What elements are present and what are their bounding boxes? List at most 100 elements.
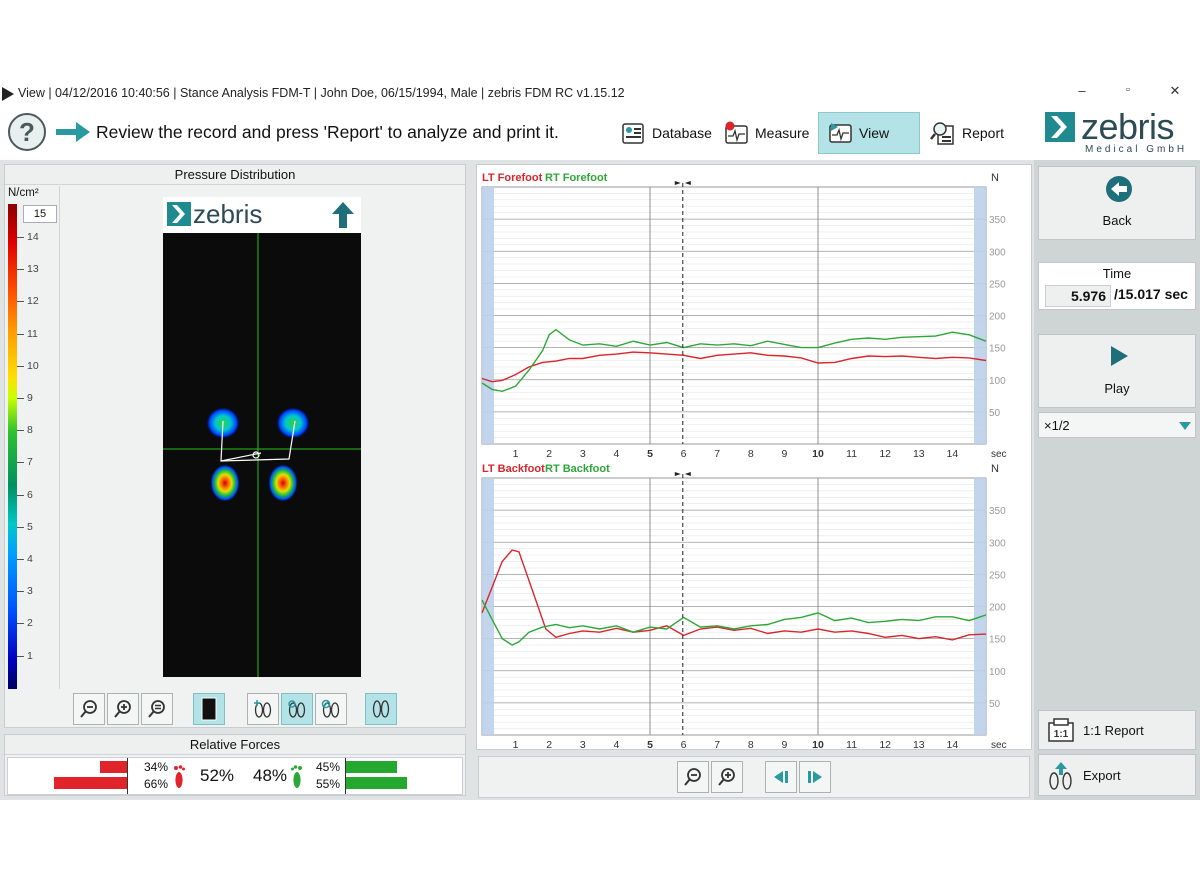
feet-icon: [372, 700, 390, 718]
relative-forces-title: Relative Forces: [5, 735, 465, 755]
top-range-start-handle: [482, 187, 494, 444]
top-y-tick-label: 100: [989, 376, 1006, 387]
time-box: Time 5.976 /15.017 sec: [1038, 262, 1196, 310]
arrow-right-icon: [56, 122, 90, 142]
bottom-x-tick-label: 9: [781, 739, 787, 751]
scale-tick-label: 2: [27, 617, 33, 630]
bottom-y-tick-label: 250: [989, 570, 1006, 581]
step-back-button[interactable]: [765, 761, 797, 793]
scale-tick-mark: [17, 301, 24, 303]
minimize-button[interactable]: –: [1072, 83, 1092, 98]
scale-max-input[interactable]: 15: [23, 205, 57, 223]
speed-value: ×1/2: [1044, 418, 1070, 433]
bottom-x-tick-label: 10: [812, 739, 824, 751]
chart-zoom-in-button[interactable]: [711, 761, 743, 793]
right-backfoot-percent: 55%: [316, 777, 341, 791]
nav-report-button[interactable]: Report: [922, 112, 1012, 154]
top-y-tick-label: 150: [989, 344, 1006, 355]
speed-select[interactable]: ×1/2: [1038, 412, 1196, 438]
show-cop-button[interactable]: [247, 693, 279, 725]
top-x-tick-label: 14: [947, 448, 959, 460]
scale-tick-mark: [17, 333, 24, 335]
pressure-image: zebris: [163, 197, 361, 677]
report-1to1-icon: 1:1: [1048, 718, 1074, 742]
time-current-input[interactable]: 5.976: [1045, 285, 1111, 307]
scale-tick-mark: [17, 269, 24, 271]
scale-tick-mark: [17, 430, 24, 432]
bottom-y-tick-label: 300: [989, 538, 1006, 549]
bottom-xunit-label: sec: [991, 740, 1007, 751]
scale-tick-label: 6: [27, 488, 33, 501]
time-title: Time: [1102, 266, 1132, 281]
pressure-image-header: zebris: [163, 197, 361, 233]
top-x-tick-label: 3: [580, 448, 586, 460]
top-unit-label: N: [991, 172, 999, 184]
nav-view-label: View: [859, 125, 890, 141]
footprint-points-icon: [288, 700, 306, 718]
step-forward-button[interactable]: [799, 761, 831, 793]
bottom-x-tick-label: 6: [681, 739, 687, 751]
nav-measure-button[interactable]: Measure: [715, 112, 817, 154]
pressure-heatmap: [163, 233, 361, 677]
hide-overlay-button[interactable]: [315, 693, 347, 725]
top-y-tick-label: 200: [989, 312, 1006, 323]
top-y-tick-label: 50: [989, 408, 1001, 419]
nav-database-button[interactable]: Database: [612, 112, 720, 154]
top-x-tick-label: 5: [647, 448, 653, 460]
scale-tick-mark: [17, 526, 24, 528]
time-total: /15.017 sec: [1114, 286, 1188, 302]
bottom-x-tick-label: 4: [613, 739, 619, 751]
pressure-panel-title: Pressure Distribution: [5, 165, 465, 185]
window-title: View | 04/12/2016 10:40:56 | Stance Anal…: [18, 86, 625, 100]
top-x-tick-label: 4: [613, 448, 619, 460]
title-bar: View | 04/12/2016 10:40:56 | Stance Anal…: [0, 80, 1200, 106]
zoom-out-button[interactable]: [73, 693, 105, 725]
chevron-down-icon: [1179, 422, 1191, 430]
bottom-unit-label: N: [991, 463, 999, 475]
top-lt-label: LT Forefoot: [482, 172, 543, 184]
nav-view-button[interactable]: View: [818, 112, 920, 154]
zoom-in-button[interactable]: [107, 693, 139, 725]
right-forefoot-percent: 45%: [316, 760, 341, 774]
maximize-button[interactable]: ▫: [1118, 84, 1138, 96]
left-foot-icon: [174, 765, 185, 788]
zebris-logo-mark: [167, 202, 191, 226]
top-y-tick-label: 250: [989, 279, 1006, 290]
force-charts: LT Forefoot RT Forefoot N sec LT Backfoo…: [481, 172, 1007, 751]
bottom-range-end-handle: [974, 478, 986, 735]
show-pressure-points-button[interactable]: [281, 693, 313, 725]
database-icon: [622, 123, 644, 144]
display-mode-icon: [201, 697, 217, 721]
right-total-percent: 48%: [253, 766, 288, 785]
bottom-y-tick-label: 150: [989, 635, 1006, 646]
bottom-y-tick-label: 350: [989, 506, 1006, 517]
one-to-one-report-button[interactable]: 1:1 1:1 Report: [1038, 710, 1196, 750]
chart-zoom-out-button[interactable]: [677, 761, 709, 793]
image-logo-word: zebris: [193, 199, 263, 229]
scale-tick-label: 1: [27, 649, 33, 662]
bottom-x-tick-label: 11: [846, 739, 857, 751]
feet-view-button[interactable]: [365, 693, 397, 725]
scale-tick-label: 14: [27, 231, 39, 243]
scale-tick-mark: [17, 655, 24, 657]
scale-tick-label: 7: [27, 456, 33, 469]
scale-tick-mark: [17, 237, 24, 238]
zoom-fit-button[interactable]: [141, 693, 173, 725]
help-button[interactable]: ?: [8, 113, 46, 151]
top-x-tick-label: 11: [846, 448, 857, 460]
scale-tick-mark: [17, 462, 24, 464]
display-mode-button[interactable]: [193, 693, 225, 725]
play-button[interactable]: Play: [1038, 334, 1196, 408]
scale-tick-mark: [17, 398, 24, 399]
logo-subtitle: Medical GmbH: [1085, 144, 1188, 155]
top-x-tick-label: 6: [681, 448, 687, 460]
footprint-hide-icon: [321, 699, 340, 718]
left-forefoot-percent: 34%: [144, 760, 169, 774]
pressure-distribution-panel: Pressure Distribution N/cm² 15 14 13 12 11 1…: [4, 164, 466, 728]
scale-tick-mark: [17, 623, 24, 625]
close-button[interactable]: ✕: [1165, 83, 1185, 99]
view-icon: [829, 123, 852, 143]
scale-tick-label: 10: [27, 359, 39, 372]
export-button[interactable]: Export: [1038, 754, 1196, 796]
back-button[interactable]: Back: [1038, 166, 1196, 240]
